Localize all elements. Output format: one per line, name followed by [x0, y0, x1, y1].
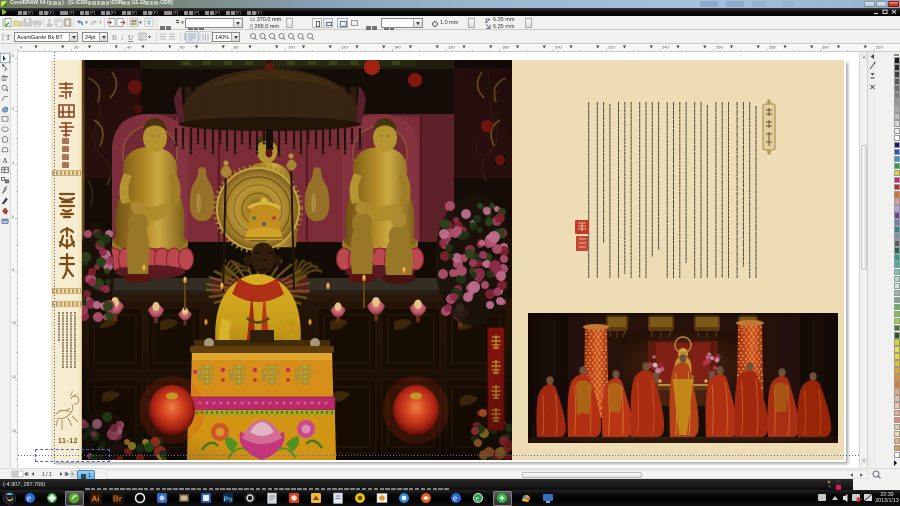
- svg-text:e: e: [453, 493, 457, 503]
- svg-text:6: 6: [12, 215, 14, 219]
- svg-text:240: 240: [662, 45, 669, 50]
- svg-text:Ps: Ps: [224, 495, 233, 504]
- svg-text:300: 300: [822, 45, 829, 50]
- svg-text:8: 8: [12, 268, 14, 272]
- svg-text:40: 40: [127, 45, 132, 50]
- svg-text:80: 80: [234, 45, 239, 50]
- svg-text:Br: Br: [113, 495, 122, 504]
- svg-text:140: 140: [394, 45, 401, 50]
- svg-text:180: 180: [502, 45, 509, 50]
- svg-text:220: 220: [608, 45, 615, 50]
- svg-text:B: B: [112, 34, 117, 42]
- svg-text:e: e: [27, 493, 31, 503]
- svg-text:160: 160: [448, 45, 455, 50]
- svg-text:10: 10: [12, 321, 16, 325]
- svg-text:120: 120: [341, 45, 348, 50]
- svg-text:20: 20: [74, 45, 79, 50]
- svg-text:U: U: [128, 34, 133, 42]
- svg-text:200: 200: [555, 45, 562, 50]
- svg-text:0: 0: [12, 54, 14, 58]
- svg-text:260: 260: [716, 45, 723, 50]
- svg-text:60: 60: [180, 45, 185, 50]
- svg-text:12: 12: [12, 375, 16, 379]
- svg-text:320: 320: [876, 45, 883, 50]
- svg-text:280: 280: [769, 45, 776, 50]
- svg-text:100: 100: [288, 45, 295, 50]
- svg-text:4: 4: [12, 161, 14, 165]
- svg-text:A: A: [2, 156, 8, 165]
- svg-text:Ai: Ai: [92, 495, 100, 504]
- svg-text:2: 2: [12, 107, 14, 111]
- svg-text:e: e: [476, 495, 479, 503]
- svg-text:I: I: [120, 34, 124, 42]
- svg-text:T: T: [6, 34, 11, 42]
- svg-text:14: 14: [12, 429, 16, 433]
